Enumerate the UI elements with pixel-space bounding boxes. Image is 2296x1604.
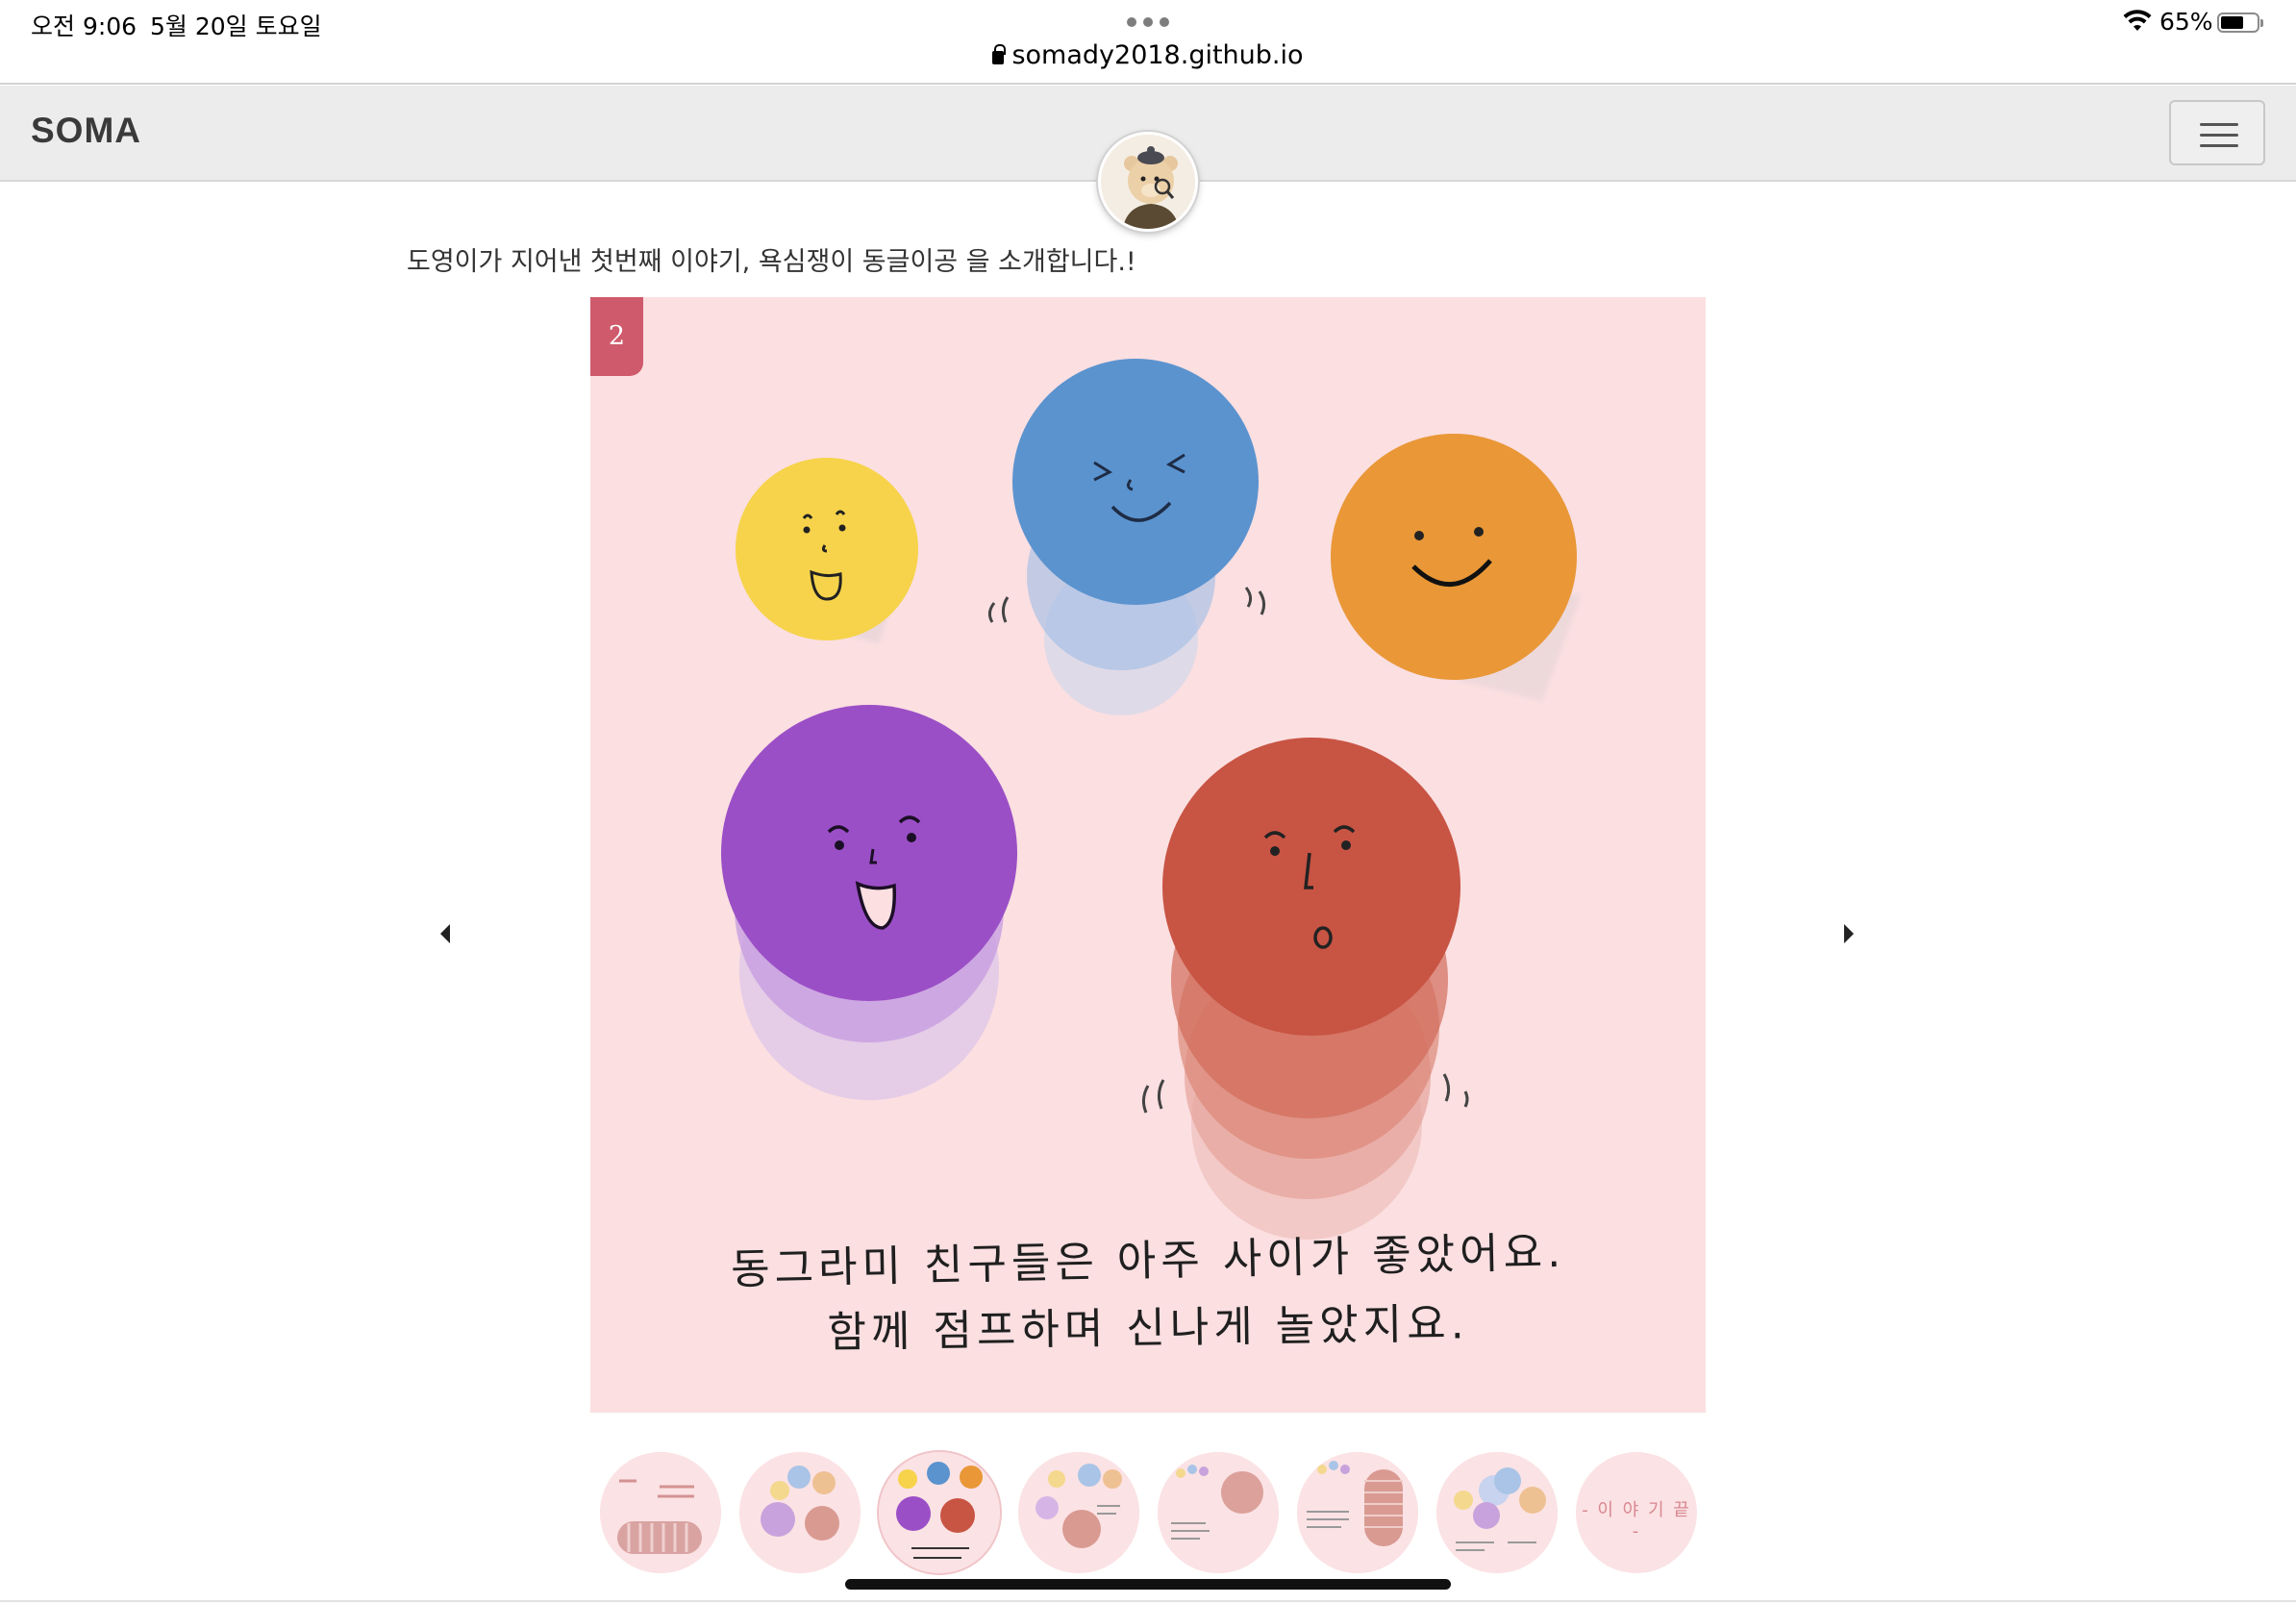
intro-text: 도영이가 지어낸 첫번째 이야기, 욕심쟁이 동글이공 을 소개합니다.! [407, 247, 1136, 277]
status-date: 5월 20일 토요일 [150, 13, 322, 40]
story-carousel[interactable]: 동그라미 친구들은 아주 사이가 좋았어요. 함께 점프하며 신나게 놀았지요. [590, 297, 1706, 1413]
home-indicator [845, 1579, 1451, 1590]
thumbnail-end-label: - 이 야 기 끝 - [1582, 1500, 1691, 1541]
tab-menu-dots-icon[interactable] [1127, 17, 1171, 29]
menu-toggle-button[interactable] [2169, 100, 2265, 165]
hamburger-icon [2200, 123, 2238, 126]
thumbnail-strip: - 이 야 기 끝 - [600, 1452, 1697, 1573]
status-time: 오전 9:06 [31, 13, 137, 40]
thumbnail-7[interactable] [1436, 1452, 1558, 1573]
battery-icon [2217, 13, 2263, 33]
address-bar[interactable]: somady2018.github.io [0, 40, 2296, 70]
status-bar: 오전 9:06 5월 20일 토요일 somady2018.github.io … [0, 0, 2296, 85]
thumbnail-8[interactable]: - 이 야 기 끝 - [1576, 1452, 1697, 1573]
caret-left-icon[interactable] [440, 924, 450, 943]
thumbnail-6[interactable] [1297, 1452, 1418, 1573]
thumbnail-5[interactable] [1158, 1452, 1279, 1573]
lock-icon [992, 44, 1007, 64]
avatar[interactable] [1098, 132, 1198, 232]
brand-logo[interactable]: SOMA [31, 111, 141, 151]
slide-number-badge: 2 [590, 297, 643, 376]
page: 오전 9:06 5월 20일 토요일 somady2018.github.io … [0, 0, 2296, 1604]
url-text: somady2018.github.io [1011, 40, 1304, 70]
page-bottom-divider [0, 1600, 2296, 1602]
thumbnail-1[interactable] [600, 1452, 721, 1573]
thumbnail-4[interactable] [1018, 1452, 1139, 1573]
caret-right-icon[interactable] [1844, 924, 1854, 943]
thumbnail-2[interactable] [739, 1452, 861, 1573]
wifi-icon [2123, 10, 2152, 31]
battery-percent: 65% [2159, 8, 2213, 36]
thumbnail-3[interactable] [879, 1452, 1000, 1573]
